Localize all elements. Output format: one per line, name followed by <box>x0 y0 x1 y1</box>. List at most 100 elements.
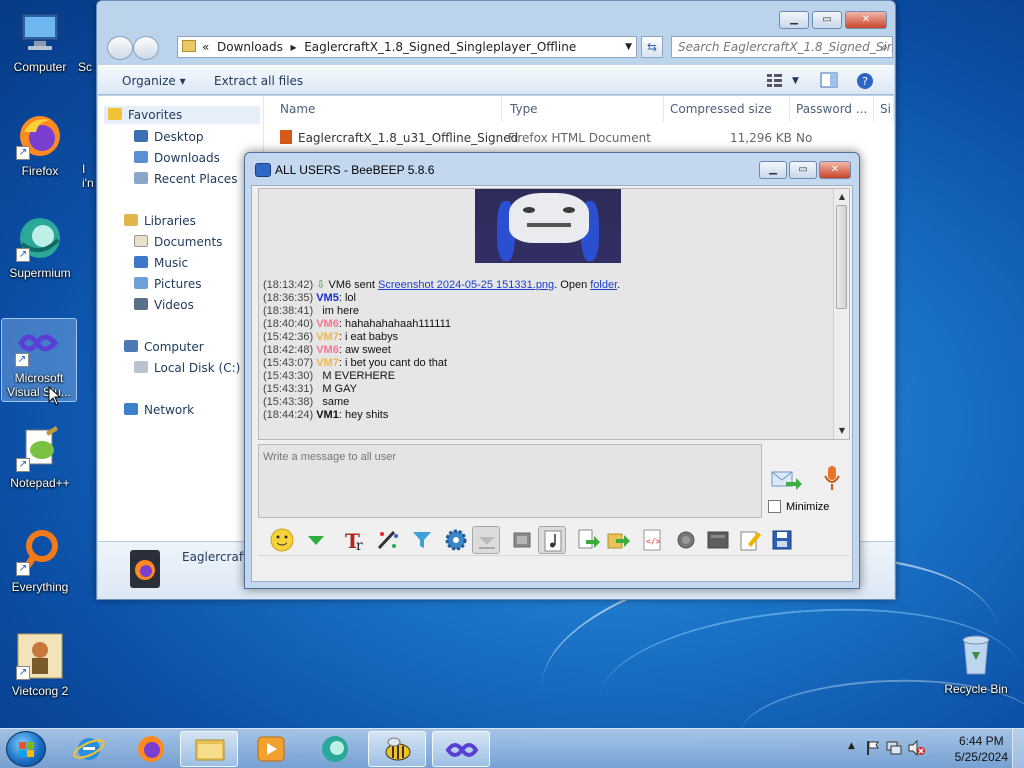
music-note-icon[interactable] <box>538 526 566 554</box>
message-input[interactable]: Write a message to all user <box>258 444 762 518</box>
shortcut-arrow-icon: ↗ <box>16 248 30 262</box>
nav-desktop[interactable]: Desktop <box>134 130 204 144</box>
close-button[interactable]: ✕ <box>845 11 887 29</box>
desktop-icon-supermium[interactable]: ↗ Supermium <box>2 214 78 280</box>
save-chat-icon[interactable] <box>472 526 500 554</box>
back-button[interactable] <box>107 36 133 60</box>
file-link[interactable]: Screenshot 2024-05-25 151331.png <box>378 279 554 291</box>
close-button[interactable]: ✕ <box>819 161 851 179</box>
text-color-icon[interactable] <box>374 526 402 554</box>
font-icon[interactable]: Tr <box>342 526 370 554</box>
chevron-down-icon[interactable] <box>302 526 330 554</box>
show-desktop-button[interactable] <box>1012 729 1024 768</box>
table-row[interactable]: EaglercraftX_1.8_u31_Offline_Signed Fire… <box>274 128 894 148</box>
chat-history[interactable]: (18:13:42) ⇩ VM6 sent Screenshot 2024-05… <box>258 188 850 440</box>
send-file-icon[interactable] <box>574 526 602 554</box>
desktop-icon-partial[interactable]: I i'n <box>82 162 96 190</box>
settings-gear-icon[interactable] <box>442 526 470 554</box>
maximize-button[interactable]: ▭ <box>789 161 817 179</box>
chat-message: (18:38:41) im here <box>263 305 360 317</box>
action-center-flag-icon[interactable] <box>866 740 880 759</box>
search-input[interactable]: Search EaglercraftX_1.8_Signed_Single...… <box>671 36 893 58</box>
nav-music[interactable]: Music <box>134 256 188 270</box>
filter-icon[interactable] <box>408 526 436 554</box>
desktop-icon-everything[interactable]: ↗ Everything <box>2 528 78 594</box>
shortcut-arrow-icon: ↗ <box>16 458 30 472</box>
desktop-icon-partial[interactable]: Sc <box>78 8 98 74</box>
desktop-icon-computer[interactable]: Computer <box>2 8 78 74</box>
chevron-down-icon[interactable]: ▼ <box>625 37 632 57</box>
screenshot-icon[interactable] <box>508 526 536 554</box>
desktop-icon-notepadpp[interactable]: ↗ Notepad++ <box>2 424 78 490</box>
edit-note-icon[interactable] <box>736 526 764 554</box>
search-icon[interactable]: ⌕ <box>881 37 888 57</box>
column-header-name[interactable]: Name <box>274 96 502 122</box>
microphone-icon[interactable] <box>822 464 842 492</box>
taskbar-internet-explorer[interactable] <box>60 731 118 767</box>
volume-muted-icon[interactable] <box>908 739 926 759</box>
minimize-checkbox[interactable] <box>768 500 781 513</box>
preview-pane-icon[interactable] <box>820 72 838 88</box>
chat-toolbar: Tr </> <box>258 523 850 559</box>
send-folder-icon[interactable] <box>604 526 632 554</box>
refresh-button[interactable]: ⇆ <box>641 36 663 58</box>
forward-button[interactable] <box>133 36 159 60</box>
nav-documents[interactable]: Documents <box>134 235 222 249</box>
nav-downloads[interactable]: Downloads <box>134 151 220 165</box>
nav-recent-places[interactable]: Recent Places <box>134 172 237 186</box>
taskbar-media-player[interactable] <box>242 731 300 767</box>
emoji-icon[interactable] <box>268 526 296 554</box>
extract-all-button[interactable]: Extract all files <box>214 74 303 88</box>
breadcrumb-current-folder[interactable]: EaglercraftX_1.8_Signed_Singleplayer_Off… <box>304 40 576 54</box>
show-hidden-icons-icon[interactable]: ▲ <box>848 741 855 751</box>
record-icon[interactable] <box>672 526 700 554</box>
address-bar[interactable]: « Downloads ▸ EaglercraftX_1.8_Signed_Si… <box>177 36 637 58</box>
maximize-button[interactable]: ▭ <box>812 11 842 29</box>
start-button[interactable] <box>6 731 46 767</box>
clear-chat-icon[interactable] <box>704 526 732 554</box>
desktop-icon-vietcong2[interactable]: ↗ Vietcong 2 <box>2 632 78 698</box>
taskbar-firefox[interactable] <box>122 731 180 767</box>
beebeep-titlebar[interactable]: ALL USERS - BeeBEEP 5.8.6 ▁ ▭ ✕ <box>245 153 859 185</box>
desktop-icon-firefox[interactable]: ↗ Firefox <box>2 112 78 178</box>
nav-videos[interactable]: Videos <box>134 298 194 312</box>
minimize-button[interactable]: ▁ <box>779 11 809 29</box>
breadcrumb-downloads[interactable]: Downloads <box>217 40 283 54</box>
nav-libraries[interactable]: Libraries <box>124 214 196 228</box>
scroll-up-arrow-icon[interactable]: ▲ <box>834 189 849 205</box>
explorer-navigation-bar: « Downloads ▸ EaglercraftX_1.8_Signed_Si… <box>105 35 893 61</box>
nav-computer[interactable]: Computer <box>124 340 204 354</box>
chat-scrollbar[interactable]: ▲ ▼ <box>833 189 849 439</box>
taskbar-windows-explorer[interactable] <box>180 731 238 767</box>
folder-link[interactable]: folder <box>590 279 617 291</box>
column-header-type[interactable]: Type <box>504 96 664 122</box>
column-header-password[interactable]: Password ... <box>790 96 874 122</box>
save-disk-icon[interactable] <box>768 526 796 554</box>
scrollbar-thumb[interactable] <box>836 205 847 309</box>
send-message-icon[interactable] <box>770 468 802 492</box>
view-options-icon[interactable] <box>766 72 784 88</box>
nav-local-disk[interactable]: Local Disk (C:) <box>134 361 240 375</box>
desktop-icon-recycle-bin[interactable]: Recycle Bin <box>936 630 1016 696</box>
system-clock[interactable]: 6:44 PM 5/25/2024 <box>955 733 1008 765</box>
organize-button[interactable]: Organize ▾ <box>122 74 186 88</box>
shared-image-thumbnail[interactable] <box>475 189 621 263</box>
column-header-compressed-size[interactable]: Compressed size <box>664 96 790 122</box>
scroll-down-arrow-icon[interactable]: ▼ <box>834 423 849 439</box>
taskbar-supermium[interactable] <box>306 731 364 767</box>
taskbar-beebeep[interactable] <box>368 731 426 767</box>
column-header-size[interactable]: Si <box>874 96 894 122</box>
nav-favorites[interactable]: Favorites <box>104 106 260 124</box>
beebeep-window[interactable]: ALL USERS - BeeBEEP 5.8.6 ▁ ▭ ✕ (18:13:4… <box>244 152 860 589</box>
nav-pictures[interactable]: Pictures <box>134 277 202 291</box>
desktop-icon-visual-studio[interactable]: ↗ Microsoft Visual Stu... <box>1 318 77 402</box>
help-icon[interactable]: ? <box>856 72 874 89</box>
minimize-button[interactable]: ▁ <box>759 161 787 179</box>
chevron-down-icon[interactable]: ▼ <box>792 76 799 86</box>
taskbar-visual-studio[interactable] <box>432 731 490 767</box>
documents-icon <box>134 235 148 247</box>
network-icon[interactable] <box>886 740 902 759</box>
html-code-icon[interactable]: </> <box>638 526 666 554</box>
svg-text:r: r <box>356 538 363 554</box>
nav-network[interactable]: Network <box>124 403 194 417</box>
